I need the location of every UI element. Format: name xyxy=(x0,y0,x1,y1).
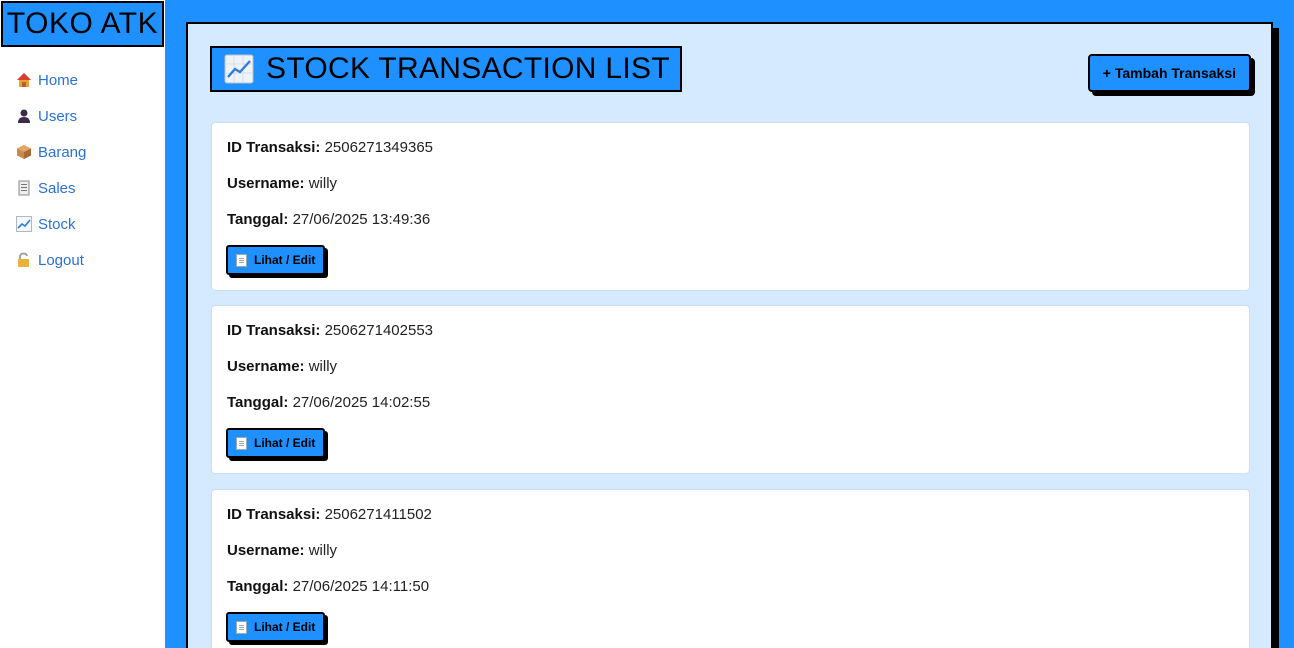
chart-increasing-icon xyxy=(224,54,254,84)
chart-increasing-icon xyxy=(16,216,32,232)
date-label: Tanggal: xyxy=(227,211,289,228)
username-row: Username: willy xyxy=(227,175,337,192)
username-row: Username: willy xyxy=(227,542,337,559)
content-panel: STOCK TRANSACTION LIST + Tambah Transaks… xyxy=(186,22,1273,648)
receipt-icon xyxy=(16,180,32,196)
sidebar-item-label: Sales xyxy=(38,179,76,197)
page-title-text: STOCK TRANSACTION LIST xyxy=(266,52,670,85)
sidebar-item-label: Users xyxy=(38,107,78,125)
sidebar-item-stock[interactable]: Stock xyxy=(16,206,86,242)
transaction-card: ID Transaksi: 2506271411502 Username: wi… xyxy=(211,489,1250,648)
unlock-icon xyxy=(16,252,32,268)
view-edit-button[interactable]: Lihat / Edit xyxy=(226,245,326,275)
sidebar-item-label: Home xyxy=(38,71,79,89)
document-icon xyxy=(236,253,247,267)
document-icon xyxy=(236,436,247,450)
date-label: Tanggal: xyxy=(227,578,289,595)
view-edit-button[interactable]: Lihat / Edit xyxy=(226,428,326,458)
username-value: willy xyxy=(308,175,338,192)
view-edit-label: Lihat / Edit xyxy=(254,436,316,450)
sidebar-item-label: Logout xyxy=(38,251,84,269)
sidebar-item-barang[interactable]: Barang xyxy=(16,134,86,170)
username-row: Username: willy xyxy=(227,358,337,375)
document-icon xyxy=(236,620,247,634)
view-edit-label: Lihat / Edit xyxy=(254,620,316,634)
sidebar-nav: Home Users Barang Sales Stock Logout xyxy=(16,62,86,278)
brand-logo[interactable]: TOKO ATK xyxy=(1,1,164,47)
app-root: TOKO ATK Home Users Barang Sales Stock L… xyxy=(0,0,1294,648)
username-label: Username: xyxy=(227,542,305,559)
sidebar-item-logout[interactable]: Logout xyxy=(16,242,86,278)
date-value: 27/06/2025 13:49:36 xyxy=(292,211,431,228)
username-label: Username: xyxy=(227,175,305,192)
house-icon xyxy=(16,72,32,88)
transaction-card: ID Transaksi: 2506271402553 Username: wi… xyxy=(211,305,1250,474)
username-value: willy xyxy=(308,358,338,375)
view-edit-button[interactable]: Lihat / Edit xyxy=(226,612,326,642)
date-value: 27/06/2025 14:11:50 xyxy=(292,578,430,595)
username-value: willy xyxy=(308,542,338,559)
transaction-card: ID Transaksi: 2506271349365 Username: wi… xyxy=(211,122,1250,291)
page-title: STOCK TRANSACTION LIST xyxy=(210,46,682,92)
date-row: Tanggal: 27/06/2025 14:11:50 xyxy=(227,578,429,595)
view-edit-label: Lihat / Edit xyxy=(254,253,316,267)
transaction-id-label: ID Transaksi: xyxy=(227,506,321,523)
date-value: 27/06/2025 14:02:55 xyxy=(292,394,431,411)
date-row: Tanggal: 27/06/2025 13:49:36 xyxy=(227,211,430,228)
user-icon xyxy=(16,108,32,124)
sidebar: TOKO ATK Home Users Barang Sales Stock L… xyxy=(0,0,165,648)
sidebar-item-sales[interactable]: Sales xyxy=(16,170,86,206)
date-label: Tanggal: xyxy=(227,394,289,411)
sidebar-item-home[interactable]: Home xyxy=(16,62,86,98)
transaction-id-value: 2506271349365 xyxy=(324,139,434,156)
transaction-id-value: 2506271402553 xyxy=(324,322,434,339)
transaction-id-value: 2506271411502 xyxy=(324,506,432,523)
transaction-id-row: ID Transaksi: 2506271402553 xyxy=(227,322,433,339)
sidebar-item-label: Stock xyxy=(38,215,76,233)
add-transaction-button[interactable]: + Tambah Transaksi xyxy=(1087,54,1251,92)
username-label: Username: xyxy=(227,358,305,375)
sidebar-item-users[interactable]: Users xyxy=(16,98,86,134)
date-row: Tanggal: 27/06/2025 14:02:55 xyxy=(227,394,430,411)
transaction-id-label: ID Transaksi: xyxy=(227,322,321,339)
sidebar-item-label: Barang xyxy=(38,143,87,161)
package-icon xyxy=(16,144,32,160)
transaction-id-row: ID Transaksi: 2506271411502 xyxy=(227,506,432,523)
transaction-id-row: ID Transaksi: 2506271349365 xyxy=(227,139,433,156)
transaction-id-label: ID Transaksi: xyxy=(227,139,321,156)
